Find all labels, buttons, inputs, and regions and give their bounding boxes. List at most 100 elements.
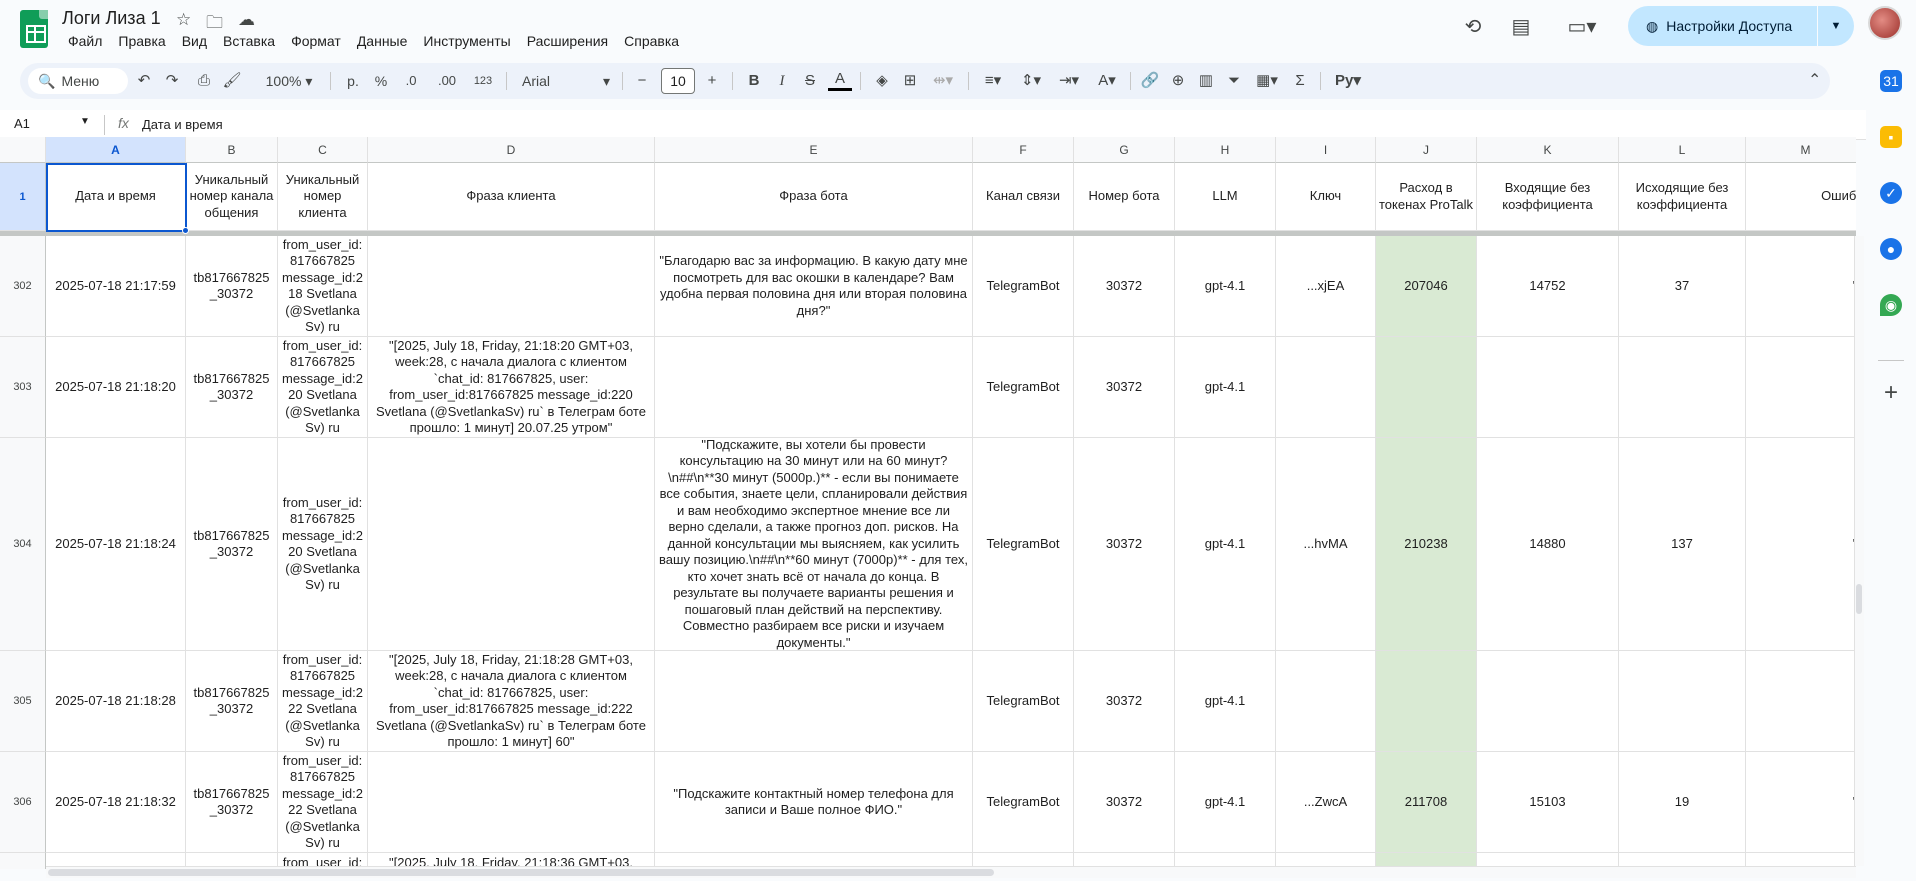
menu-item-3[interactable]: Вставка <box>215 32 283 50</box>
redo-icon[interactable]: ↷ <box>160 69 184 93</box>
row-header-304[interactable]: 304 <box>0 438 46 651</box>
cell-b-303[interactable]: tb817667825_30372 <box>186 337 278 438</box>
zoom-select[interactable]: 100% ▾ <box>260 69 318 93</box>
cell-j-306[interactable]: 211708 <box>1376 752 1477 853</box>
header-cell-i[interactable]: Ключ <box>1276 163 1376 231</box>
cell-k-303[interactable] <box>1477 337 1619 438</box>
cell-f-303[interactable]: TelegramBot <box>973 337 1074 438</box>
cell-e-304[interactable]: "Подскажите, вы хотели бы провести консу… <box>655 438 973 651</box>
row-header-305[interactable]: 305 <box>0 651 46 752</box>
cell-k-306[interactable]: 15103 <box>1477 752 1619 853</box>
cell-d-305[interactable]: "[2025, July 18, Friday, 21:18:28 GMT+03… <box>368 651 655 752</box>
cell-a-304[interactable]: 2025-07-18 21:18:24 <box>46 438 186 651</box>
cell-k-302[interactable]: 14752 <box>1477 236 1619 337</box>
cell-a-302[interactable]: 2025-07-18 21:17:59 <box>46 236 186 337</box>
column-header-b[interactable]: B <box>186 137 278 163</box>
print-icon[interactable]: ⎙ <box>192 69 216 93</box>
cell-m-305[interactable] <box>1746 651 1856 752</box>
column-header-i[interactable]: I <box>1276 137 1376 163</box>
collapse-menus-icon[interactable]: ⌃ <box>1808 70 1821 90</box>
cell-c-302[interactable]: from_user_id: 817667825 message_id:218 S… <box>278 236 368 337</box>
menu-item-4[interactable]: Формат <box>283 32 349 50</box>
star-icon[interactable]: ☆ <box>176 10 191 30</box>
menu-search[interactable]: 🔍 Меню <box>28 68 128 94</box>
menu-item-5[interactable]: Данные <box>349 32 416 50</box>
vertical-align-icon[interactable]: ⇕▾ <box>1014 69 1048 93</box>
cell-j-305[interactable] <box>1376 651 1477 752</box>
percent-format-button[interactable]: % <box>370 69 392 93</box>
tasks-icon[interactable]: ✓ <box>1880 182 1902 204</box>
cell-c-306[interactable]: from_user_id: 817667825 message_id:222 S… <box>278 752 368 853</box>
menu-item-0[interactable]: Файл <box>60 32 110 50</box>
column-header-j[interactable]: J <box>1376 137 1477 163</box>
row-header-303[interactable]: 303 <box>0 337 46 438</box>
currency-format-button[interactable]: р. <box>342 69 364 93</box>
spreadsheet-grid[interactable]: A B C D E F G H I J K L M 1 Дата и время Уникальный ном… <box>0 137 1856 869</box>
vertical-scroll-thumb[interactable] <box>1856 584 1862 614</box>
column-header-m[interactable]: M <box>1746 137 1856 163</box>
cell-g-306[interactable]: 30372 <box>1074 752 1175 853</box>
bold-icon[interactable]: B <box>742 69 766 93</box>
cell-i-303[interactable] <box>1276 337 1376 438</box>
column-header-d[interactable]: D <box>368 137 655 163</box>
avatar[interactable] <box>1868 6 1902 40</box>
menu-item-6[interactable]: Инструменты <box>415 32 518 50</box>
contacts-icon[interactable]: ● <box>1880 238 1902 260</box>
version-history-icon[interactable]: ⟲ <box>1460 14 1486 40</box>
borders-icon[interactable]: ⊞ <box>898 69 922 93</box>
header-cell-a[interactable]: Дата и время <box>46 163 186 231</box>
maps-icon[interactable]: ◉ <box>1880 294 1902 316</box>
cell-l-306[interactable]: 19 <box>1619 752 1746 853</box>
cell-f-305[interactable]: TelegramBot <box>973 651 1074 752</box>
cell-c-303[interactable]: from_user_id: 817667825 message_id:220 S… <box>278 337 368 438</box>
column-header-e[interactable]: E <box>655 137 973 163</box>
header-cell-g[interactable]: Номер бота <box>1074 163 1175 231</box>
share-dropdown-icon[interactable]: ▼ <box>1818 6 1854 46</box>
cell-d-302[interactable] <box>368 236 655 337</box>
horizontal-align-icon[interactable]: ≡▾ <box>976 69 1010 93</box>
header-cell-m[interactable]: Ошибк <box>1746 163 1856 231</box>
column-header-c[interactable]: C <box>278 137 368 163</box>
column-header-f[interactable]: F <box>973 137 1074 163</box>
text-color-icon[interactable]: A <box>828 69 852 91</box>
header-cell-d[interactable]: Фраза клиента <box>368 163 655 231</box>
cell-g-303[interactable]: 30372 <box>1074 337 1175 438</box>
cell-g-302[interactable]: 30372 <box>1074 236 1175 337</box>
comments-icon[interactable]: ▤ <box>1508 14 1534 40</box>
column-header-h[interactable]: H <box>1175 137 1276 163</box>
cell-g-304[interactable]: 30372 <box>1074 438 1175 651</box>
cell-b-302[interactable]: tb817667825_30372 <box>186 236 278 337</box>
formula-input[interactable]: Дата и время <box>142 117 223 132</box>
menu-item-1[interactable]: Правка <box>110 32 173 50</box>
cell-j-304[interactable]: 210238 <box>1376 438 1477 651</box>
header-cell-h[interactable]: LLM <box>1175 163 1276 231</box>
cell-l-302[interactable]: 37 <box>1619 236 1746 337</box>
cell-h-302[interactable]: gpt-4.1 <box>1175 236 1276 337</box>
cell-k-304[interactable]: 14880 <box>1477 438 1619 651</box>
header-cell-k[interactable]: Входящие без коэффициента <box>1477 163 1619 231</box>
cell-i-306[interactable]: ...ZwcA <box>1276 752 1376 853</box>
filter-views-icon[interactable]: ▦▾ <box>1250 69 1284 93</box>
calendar-icon[interactable]: 31 <box>1880 70 1902 92</box>
increase-decimal-button[interactable]: .00 <box>432 69 462 93</box>
cell-e-306[interactable]: "Подскажите контактный номер телефона дл… <box>655 752 973 853</box>
keep-icon[interactable]: ▪ <box>1880 126 1902 148</box>
functions-icon[interactable]: Σ <box>1288 69 1312 93</box>
cell-f-304[interactable]: TelegramBot <box>973 438 1074 651</box>
cell-l-305[interactable] <box>1619 651 1746 752</box>
merge-cells-icon[interactable]: ⇹▾ <box>926 69 960 93</box>
header-cell-e[interactable]: Фраза бота <box>655 163 973 231</box>
cell-h-306[interactable]: gpt-4.1 <box>1175 752 1276 853</box>
cell-d-306[interactable] <box>368 752 655 853</box>
cell-f-306[interactable]: TelegramBot <box>973 752 1074 853</box>
fill-handle[interactable] <box>182 227 189 234</box>
increase-font-size-icon[interactable]: + <box>700 69 724 93</box>
horizontal-scroll-thumb[interactable] <box>48 869 994 876</box>
number-format-button[interactable]: 123 <box>468 69 498 93</box>
cell-b-306[interactable]: tb817667825_30372 <box>186 752 278 853</box>
meet-video-icon[interactable]: ▭▾ <box>1562 14 1602 40</box>
fill-color-icon[interactable]: ◈ <box>870 69 894 93</box>
decrease-decimal-button[interactable]: .0 <box>398 69 424 93</box>
column-header-a[interactable]: A <box>46 137 186 163</box>
cell-g-305[interactable]: 30372 <box>1074 651 1175 752</box>
